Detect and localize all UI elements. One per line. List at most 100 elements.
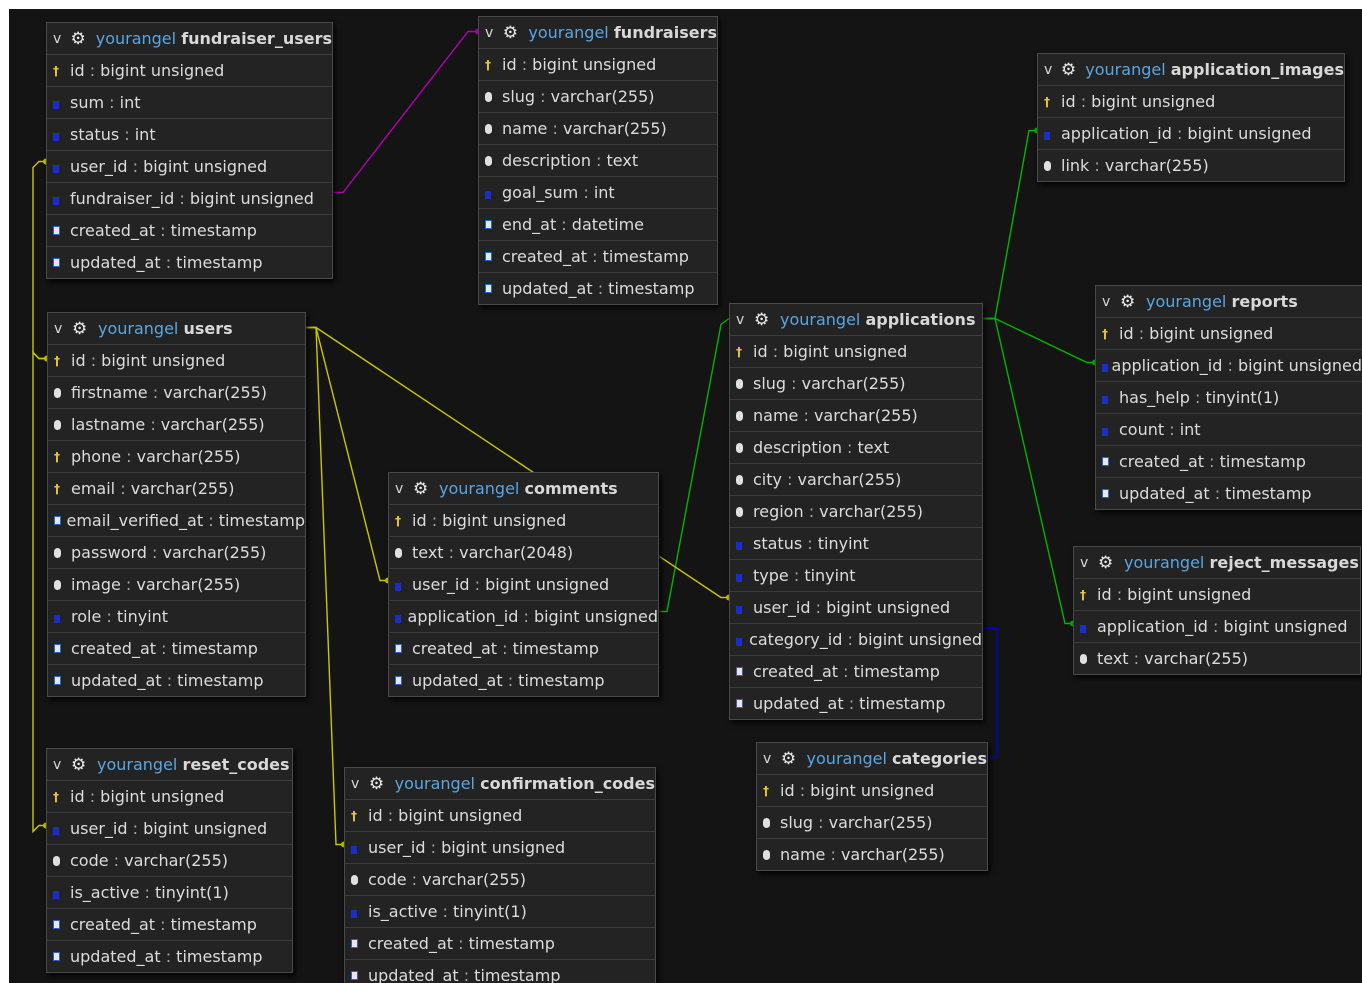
collapse-toggle[interactable]: v [1080,555,1094,571]
field-row[interactable]: updated_at : timestamp [47,941,292,972]
field-row[interactable]: † id : bigint unsigned [1038,86,1344,118]
table-title[interactable]: yourangel confirmation_codes [395,774,655,793]
field-row[interactable]: created_at : timestamp [1096,446,1362,478]
field-row[interactable]: slug : varchar(255) [479,81,717,113]
table-title[interactable]: yourangel comments [439,479,618,498]
field-row[interactable]: status : int [47,119,332,151]
field-row[interactable]: type : tinyint [730,560,982,592]
field-row[interactable]: is_active : tinyint(1) [345,896,655,928]
table-title[interactable]: yourangel fundraisers [528,23,717,42]
field-row[interactable]: † id : bigint unsigned [757,775,987,807]
table-reports[interactable]: v ⚙ yourangel reports † id : bigint unsigned… [1095,285,1362,510]
field-row[interactable]: image : varchar(255) [48,569,305,601]
table-title[interactable]: yourangel reset_codes [97,755,290,774]
field-row[interactable]: user_id : bigint unsigned [389,569,658,601]
field-row[interactable]: email_verified_at : timestamp [48,505,305,537]
table-header[interactable]: v ⚙ yourangel reports [1096,286,1362,318]
collapse-toggle[interactable]: v [53,31,66,47]
field-row[interactable]: name : varchar(255) [757,839,987,870]
table-header[interactable]: v ⚙ yourangel fundraisers [479,17,717,49]
gear-icon[interactable]: ⚙ [413,479,433,499]
designer-canvas[interactable]: v ⚙ yourangel fundraiser_users † id : bigint… [9,9,1362,983]
table-reset-codes[interactable]: v ⚙ yourangel reset_codes † id : bigint unsi… [46,748,293,973]
field-row[interactable]: application_id : bigint unsigned [389,601,658,633]
collapse-toggle[interactable]: v [351,776,365,792]
table-header[interactable]: v ⚙ yourangel reject_messages [1074,547,1360,579]
table-fundraiser-users[interactable]: v ⚙ yourangel fundraiser_users † id : bigint… [46,22,333,279]
field-row[interactable]: updated_at : timestamp [389,665,658,696]
field-row[interactable]: application_id : bigint unsigned [1074,611,1360,643]
field-row[interactable]: user_id : bigint unsigned [47,151,332,183]
table-title[interactable]: yourangel users [98,319,233,338]
field-row[interactable]: † email : varchar(255) [48,473,305,505]
field-row[interactable]: code : varchar(255) [345,864,655,896]
field-row[interactable]: region : varchar(255) [730,496,982,528]
gear-icon[interactable]: ⚙ [70,29,89,49]
table-categories[interactable]: v ⚙ yourangel categories † id : bigint unsig… [756,742,988,871]
gear-icon[interactable]: ⚙ [1120,292,1140,312]
field-row[interactable]: description : text [730,432,982,464]
field-row[interactable]: created_at : timestamp [48,633,305,665]
field-row[interactable]: user_id : bigint unsigned [47,813,292,845]
table-header[interactable]: v ⚙ yourangel applications [730,304,982,336]
table-title[interactable]: yourangel application_images [1085,60,1344,79]
field-row[interactable]: † id : bigint unsigned [48,345,305,377]
field-row[interactable]: † id : bigint unsigned [479,49,717,81]
table-reject-messages[interactable]: v ⚙ yourangel reject_messages † id : bigint … [1073,546,1361,675]
field-row[interactable]: link : varchar(255) [1038,150,1344,181]
field-row[interactable]: application_id : bigint unsigned [1096,350,1362,382]
collapse-toggle[interactable]: v [485,25,499,41]
field-row[interactable]: city : varchar(255) [730,464,982,496]
table-confirmation-codes[interactable]: v ⚙ yourangel confirmation_codes † id : bigi… [344,767,656,983]
collapse-toggle[interactable]: v [763,751,777,767]
table-comments[interactable]: v ⚙ yourangel comments † id : bigint unsigne… [388,472,659,697]
collapse-toggle[interactable]: v [1102,294,1116,310]
gear-icon[interactable]: ⚙ [754,310,774,330]
collapse-toggle[interactable]: v [395,481,409,497]
table-title[interactable]: yourangel reports [1146,292,1298,311]
field-row[interactable]: updated_at : timestamp [48,665,305,696]
gear-icon[interactable]: ⚙ [1098,553,1118,573]
field-row[interactable]: created_at : timestamp [47,215,332,247]
collapse-toggle[interactable]: v [53,757,67,773]
field-row[interactable]: user_id : bigint unsigned [345,832,655,864]
gear-icon[interactable]: ⚙ [781,749,801,769]
field-row[interactable]: created_at : timestamp [389,633,658,665]
field-row[interactable]: updated_at : timestamp [47,247,332,278]
field-row[interactable]: code : varchar(255) [47,845,292,877]
field-row[interactable]: description : text [479,145,717,177]
collapse-toggle[interactable]: v [1044,62,1057,78]
field-row[interactable]: updated_at : timestamp [345,960,655,983]
table-title[interactable]: yourangel applications [780,310,975,329]
table-header[interactable]: v ⚙ yourangel reset_codes [47,749,292,781]
field-row[interactable]: user_id : bigint unsigned [730,592,982,624]
table-header[interactable]: v ⚙ yourangel fundraiser_users [47,23,332,55]
field-row[interactable]: count : int [1096,414,1362,446]
field-row[interactable]: name : varchar(255) [479,113,717,145]
field-row[interactable]: is_active : tinyint(1) [47,877,292,909]
table-application-images[interactable]: v ⚙ yourangel application_images † id : bigi… [1037,53,1345,182]
table-header[interactable]: v ⚙ yourangel comments [389,473,658,505]
table-header[interactable]: v ⚙ yourangel confirmation_codes [345,768,655,800]
table-title[interactable]: yourangel categories [807,749,987,768]
field-row[interactable]: updated_at : timestamp [479,273,717,304]
field-row[interactable]: created_at : timestamp [47,909,292,941]
field-row[interactable]: role : tinyint [48,601,305,633]
gear-icon[interactable]: ⚙ [72,319,92,339]
field-row[interactable]: password : varchar(255) [48,537,305,569]
table-title[interactable]: yourangel fundraiser_users [96,29,332,48]
table-header[interactable]: v ⚙ yourangel users [48,313,305,345]
field-row[interactable]: goal_sum : int [479,177,717,209]
field-row[interactable]: text : varchar(2048) [389,537,658,569]
gear-icon[interactable]: ⚙ [369,774,389,794]
field-row[interactable]: lastname : varchar(255) [48,409,305,441]
field-row[interactable]: updated_at : timestamp [730,688,982,719]
field-row[interactable]: † phone : varchar(255) [48,441,305,473]
field-row[interactable]: firstname : varchar(255) [48,377,305,409]
field-row[interactable]: slug : varchar(255) [757,807,987,839]
field-row[interactable]: † id : bigint unsigned [47,781,292,813]
field-row[interactable]: end_at : datetime [479,209,717,241]
field-row[interactable]: category_id : bigint unsigned [730,624,982,656]
field-row[interactable]: † id : bigint unsigned [730,336,982,368]
gear-icon[interactable]: ⚙ [71,755,91,775]
